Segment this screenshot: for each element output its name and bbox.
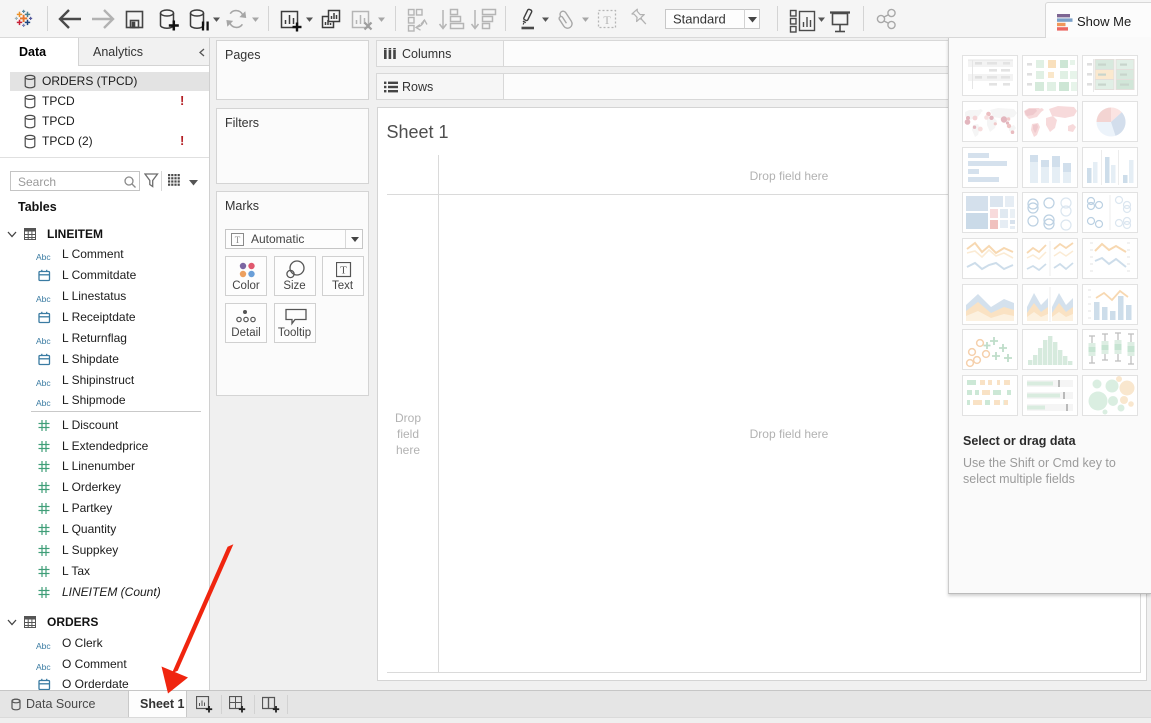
svg-text:T: T <box>340 265 347 277</box>
svg-text:T: T <box>235 235 241 245</box>
svg-text:Standard: Standard <box>673 12 726 27</box>
svg-text:T: T <box>603 13 611 27</box>
